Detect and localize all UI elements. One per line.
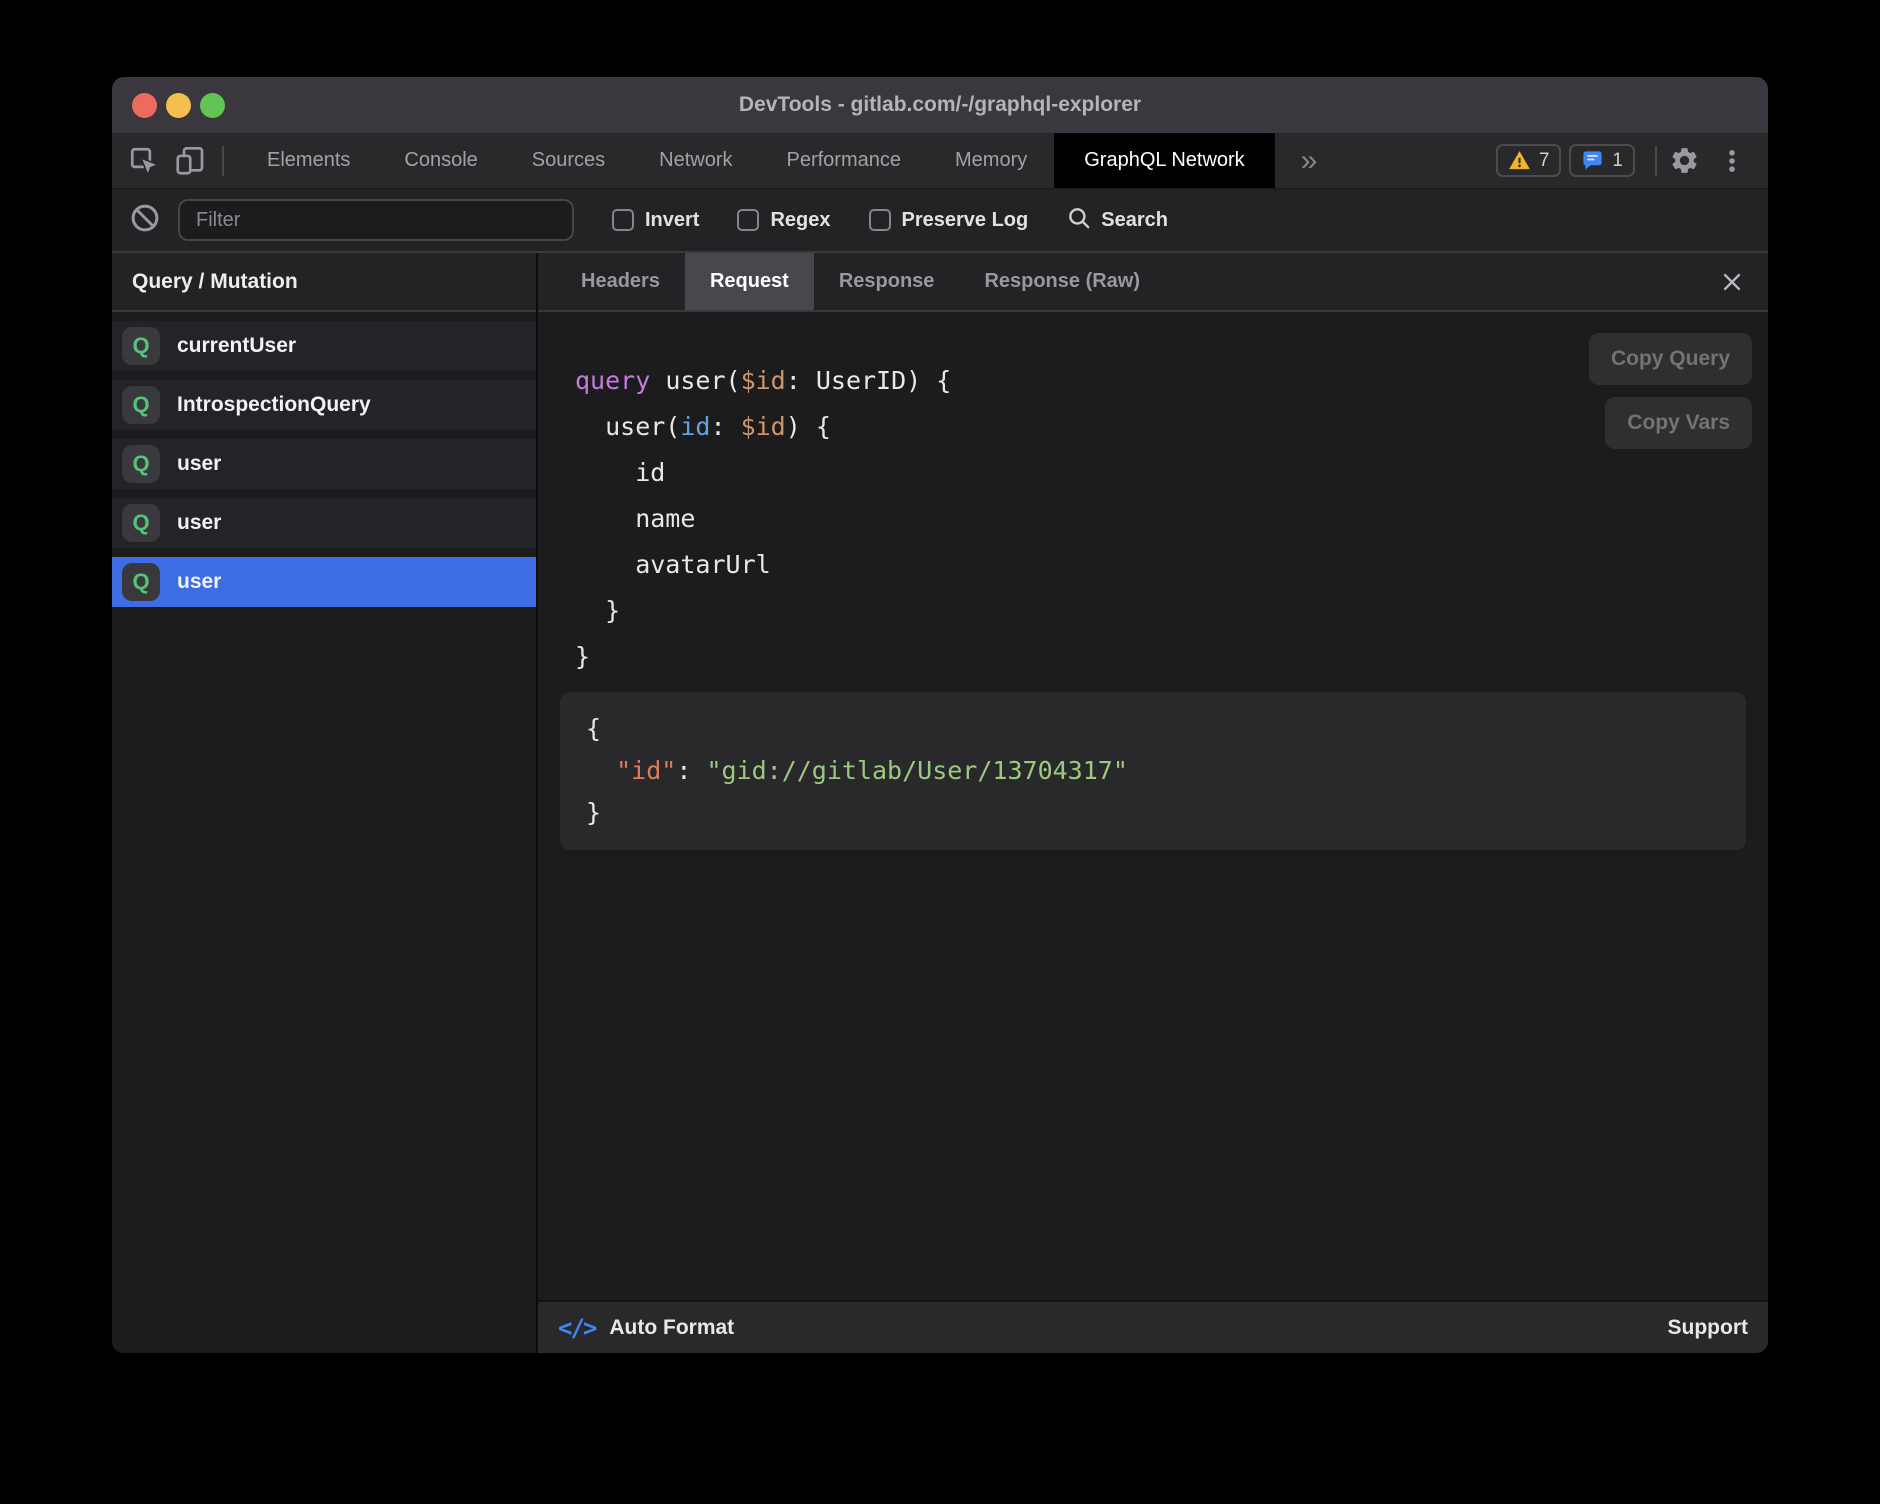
main-content: Query / Mutation Q currentUser Q Introsp…: [112, 253, 1768, 1353]
tab-response[interactable]: Response: [814, 253, 960, 310]
tab-performance[interactable]: Performance: [760, 133, 929, 188]
invert-checkbox-group[interactable]: Invert: [612, 209, 699, 232]
devtools-toolbar: Elements Console Sources Network Perform…: [112, 133, 1768, 189]
tab-sources[interactable]: Sources: [505, 133, 632, 188]
desktop-background: DevTools - gitlab.com/-/graphql-explorer…: [0, 0, 1880, 1504]
tab-network[interactable]: Network: [632, 133, 759, 188]
message-bubble-icon: [1581, 149, 1604, 172]
code-brackets-icon: </>: [558, 1314, 595, 1342]
query-list: Q currentUser Q IntrospectionQuery Q use…: [112, 312, 536, 616]
query-type-badge: Q: [122, 327, 160, 365]
issues-count: 1: [1612, 150, 1623, 172]
variables-box: { "id": "gid://gitlab/User/13704317"}: [560, 692, 1746, 850]
search-label: Search: [1101, 209, 1168, 232]
close-detail-icon[interactable]: [1720, 253, 1744, 310]
request-body: Copy Query Copy Vars query user($id: Use…: [538, 312, 1768, 1300]
query-type-badge: Q: [122, 386, 160, 424]
query-type-badge: Q: [122, 504, 160, 542]
warning-count: 7: [1539, 150, 1550, 172]
query-list-sidebar: Query / Mutation Q currentUser Q Introsp…: [112, 253, 538, 1353]
settings-gear-icon[interactable]: [1669, 145, 1700, 176]
window-title: DevTools - gitlab.com/-/graphql-explorer: [112, 93, 1768, 117]
tab-headers[interactable]: Headers: [556, 253, 685, 310]
query-item-label: IntrospectionQuery: [177, 393, 371, 417]
query-type-badge: Q: [122, 445, 160, 483]
request-detail-panel: Headers Request Response Response (Raw) …: [538, 253, 1768, 1353]
tab-request[interactable]: Request: [685, 253, 814, 310]
devtools-window: DevTools - gitlab.com/-/graphql-explorer…: [112, 77, 1768, 1353]
query-list-item-user-2[interactable]: Q user: [112, 498, 536, 548]
title-bar: DevTools - gitlab.com/-/graphql-explorer: [112, 77, 1768, 133]
regex-label: Regex: [770, 209, 830, 232]
query-list-item-user-1[interactable]: Q user: [112, 439, 536, 489]
graphql-variables-code: { "id": "gid://gitlab/User/13704317"}: [586, 708, 1720, 834]
sidebar-header: Query / Mutation: [112, 253, 536, 312]
graphql-query-code: query user($id: UserID) { user(id: $id) …: [575, 358, 1768, 680]
tab-graphql-network[interactable]: GraphQL Network: [1054, 133, 1274, 188]
invert-checkbox[interactable]: [612, 209, 634, 231]
panel-footer: </> Auto Format Support: [538, 1300, 1768, 1353]
tab-elements[interactable]: Elements: [240, 133, 377, 188]
regex-checkbox-group[interactable]: Regex: [737, 209, 830, 232]
query-list-item-currentuser[interactable]: Q currentUser: [112, 321, 536, 371]
copy-vars-button[interactable]: Copy Vars: [1605, 397, 1752, 449]
copy-query-button[interactable]: Copy Query: [1589, 333, 1752, 385]
warnings-badge[interactable]: 7: [1496, 144, 1562, 177]
more-tabs-chevron-icon[interactable]: »: [1275, 144, 1344, 178]
kebab-menu-icon[interactable]: [1718, 147, 1760, 175]
toolbar-separator: [1655, 146, 1657, 176]
tab-console[interactable]: Console: [377, 133, 504, 188]
filter-input[interactable]: [178, 199, 574, 241]
inspect-element-icon[interactable]: [128, 145, 160, 177]
regex-checkbox[interactable]: [737, 209, 759, 231]
search-icon: [1066, 205, 1092, 236]
detail-tab-bar: Headers Request Response Response (Raw): [538, 253, 1768, 312]
preserve-log-checkbox-group[interactable]: Preserve Log: [869, 209, 1029, 232]
query-item-label: currentUser: [177, 334, 296, 358]
query-item-label: user: [177, 511, 221, 535]
device-toolbar-icon[interactable]: [174, 145, 206, 177]
toolbar-separator: [222, 146, 224, 176]
preserve-log-label: Preserve Log: [902, 209, 1029, 232]
query-item-label: user: [177, 570, 221, 594]
query-item-label: user: [177, 452, 221, 476]
filter-bar: Invert Regex Preserve Log Search: [112, 189, 1768, 253]
search-button[interactable]: Search: [1066, 205, 1168, 236]
query-list-item-user-3-selected[interactable]: Q user: [112, 557, 536, 607]
tab-memory[interactable]: Memory: [928, 133, 1054, 188]
auto-format-button[interactable]: Auto Format: [609, 1316, 734, 1340]
support-link[interactable]: Support: [1668, 1316, 1748, 1340]
warning-triangle-icon: [1508, 149, 1531, 172]
issues-badge[interactable]: 1: [1569, 144, 1635, 177]
invert-label: Invert: [645, 209, 699, 232]
tab-response-raw[interactable]: Response (Raw): [959, 253, 1165, 310]
query-type-badge: Q: [122, 563, 160, 601]
query-list-item-introspectionquery[interactable]: Q IntrospectionQuery: [112, 380, 536, 430]
preserve-log-checkbox[interactable]: [869, 209, 891, 231]
block-requests-icon[interactable]: [130, 203, 160, 238]
